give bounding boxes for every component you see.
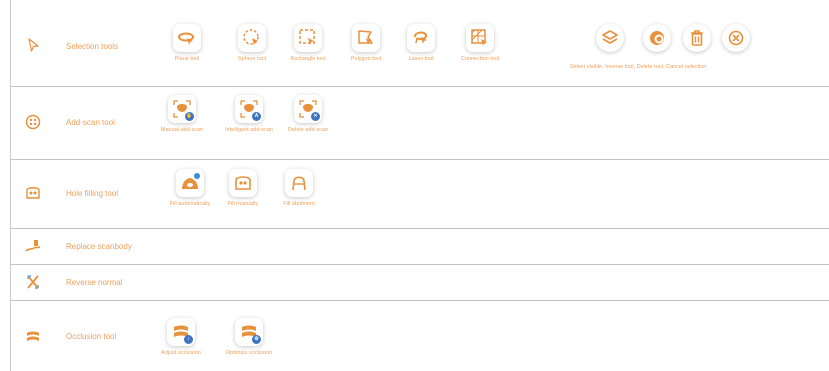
close-badge-icon: ✕ [311, 112, 320, 121]
tool-label: Connection tool [460, 56, 500, 62]
connection-tool[interactable]: Connection tool [435, 24, 525, 62]
group-label: Select visible, Inverse tool, Delete too… [570, 64, 707, 70]
sphere-tool-icon [243, 29, 259, 45]
row-selection-tools: Selection tools Plane tool Sphere tool R… [11, 0, 829, 87]
rectangle-tool-icon [299, 29, 315, 45]
hole-fill-icon [26, 187, 40, 199]
cancel-selection-tool[interactable] [691, 24, 781, 52]
row-label: Occlusion tool [66, 332, 117, 341]
reverse-normal-icon [27, 275, 39, 289]
row-hole-filling-tool: Hole filling tool Fill automatically Fil… [11, 159, 829, 229]
row-label: Reverse normal [66, 278, 123, 287]
auto-badge-icon: A [252, 112, 261, 121]
adjust-badge-icon: ↕ [184, 335, 193, 344]
fill-abutment-icon [292, 176, 306, 191]
connection-tool-icon [471, 29, 487, 46]
row-label: Selection tools [66, 42, 119, 51]
tool-reference-panel: Selection tools Plane tool Sphere tool R… [10, 0, 829, 371]
row-label: Replace scanbody [66, 242, 132, 251]
cursor-arrow-icon [28, 38, 39, 52]
row-add-scan-tool: Add-scan tool ✋ Manual add-scan A Intell… [11, 86, 829, 160]
row-label: Hole filling tool [66, 189, 119, 198]
tool-label: Fill abutment [283, 201, 315, 207]
optimize-badge-icon: ⚙ [252, 335, 261, 344]
optimize-occlusion-tool[interactable]: ⚙ Optimize occlusion [204, 318, 294, 356]
fill-abutment-tool[interactable]: Fill abutment [254, 169, 344, 207]
row-occlusion-tool: Occlusion tool ↕ Adjust occlusion ⚙ Opti… [11, 300, 829, 371]
cancel-icon [728, 30, 744, 46]
scanbody-icon [25, 240, 41, 252]
occlusion-icon [27, 331, 39, 341]
plane-tool-icon [178, 32, 194, 45]
row-replace-scanbody[interactable]: Replace scanbody [11, 228, 829, 265]
lasso-tool-icon [414, 31, 428, 44]
row-reverse-normal[interactable]: Reverse normal [11, 264, 829, 301]
tool-label: Optimize occlusion [225, 350, 273, 356]
fill-manually-icon [235, 176, 251, 190]
delete-add-scan-tool[interactable]: ✕ Delete add-scan [263, 95, 353, 133]
row-label: Add-scan tool [66, 118, 115, 127]
polygon-tool-icon [358, 30, 373, 45]
add-scan-icon [25, 114, 41, 130]
hand-badge-icon: ✋ [185, 112, 194, 121]
tool-label: Delete add-scan [287, 127, 329, 133]
